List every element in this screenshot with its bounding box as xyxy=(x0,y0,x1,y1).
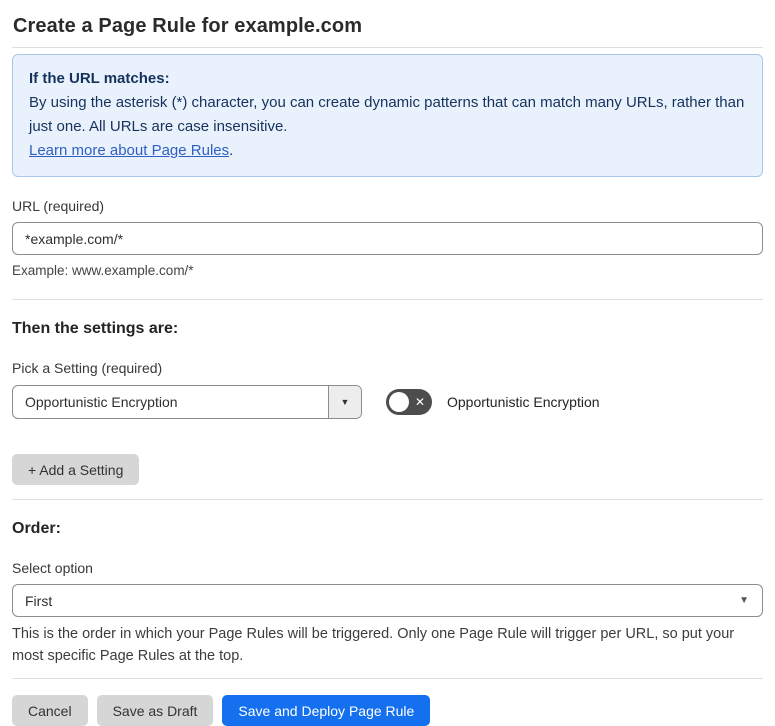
setting-select-arrow-button[interactable]: ▼ xyxy=(328,386,361,418)
order-divider xyxy=(12,499,763,500)
info-box-link-line: Learn more about Page Rules. xyxy=(29,139,746,163)
link-suffix: . xyxy=(229,142,234,159)
settings-section-heading: Then the settings are: xyxy=(12,320,179,337)
url-example-helper: Example: www.example.com/* xyxy=(12,263,194,278)
url-matches-info-box: If the URL matches: By using the asteris… xyxy=(12,54,763,177)
order-select[interactable]: First ▼ xyxy=(12,584,763,617)
add-setting-button[interactable]: + Add a Setting xyxy=(12,454,140,485)
info-box-heading: If the URL matches: xyxy=(29,70,170,87)
learn-more-link[interactable]: Learn more about Page Rules xyxy=(29,142,229,159)
url-input[interactable] xyxy=(12,222,763,255)
title-divider xyxy=(12,47,763,48)
page-title: Create a Page Rule for example.com xyxy=(13,15,363,37)
toggle-off-x-icon: ✕ xyxy=(414,395,425,409)
actions-row: Cancel Save as Draft Save and Deploy Pag… xyxy=(12,695,763,726)
setting-select[interactable]: Opportunistic Encryption ▼ xyxy=(12,385,362,419)
select-option-label: Select option xyxy=(12,560,93,576)
save-and-deploy-button[interactable]: Save and Deploy Page Rule xyxy=(222,695,431,726)
toggle-knob xyxy=(389,392,409,412)
pick-setting-label: Pick a Setting (required) xyxy=(12,360,163,376)
setting-row: Opportunistic Encryption ▼ ✕ Opportunist… xyxy=(12,385,763,419)
info-box-body: By using the asterisk (*) character, you… xyxy=(29,94,745,135)
chevron-down-icon: ▼ xyxy=(739,595,749,606)
toggle-label: Opportunistic Encryption xyxy=(447,394,600,410)
opportunistic-encryption-toggle[interactable]: ✕ xyxy=(386,389,432,415)
order-section-heading: Order: xyxy=(12,520,61,537)
settings-divider xyxy=(12,299,763,300)
url-field-label: URL (required) xyxy=(12,198,105,214)
order-helper-text: This is the order in which your Page Rul… xyxy=(12,626,735,664)
cancel-button[interactable]: Cancel xyxy=(12,695,88,726)
save-as-draft-button[interactable]: Save as Draft xyxy=(96,695,214,726)
setting-select-value: Opportunistic Encryption xyxy=(25,394,178,410)
chevron-down-icon: ▼ xyxy=(340,397,350,407)
actions-divider xyxy=(12,678,763,679)
order-select-value: First xyxy=(25,592,53,609)
